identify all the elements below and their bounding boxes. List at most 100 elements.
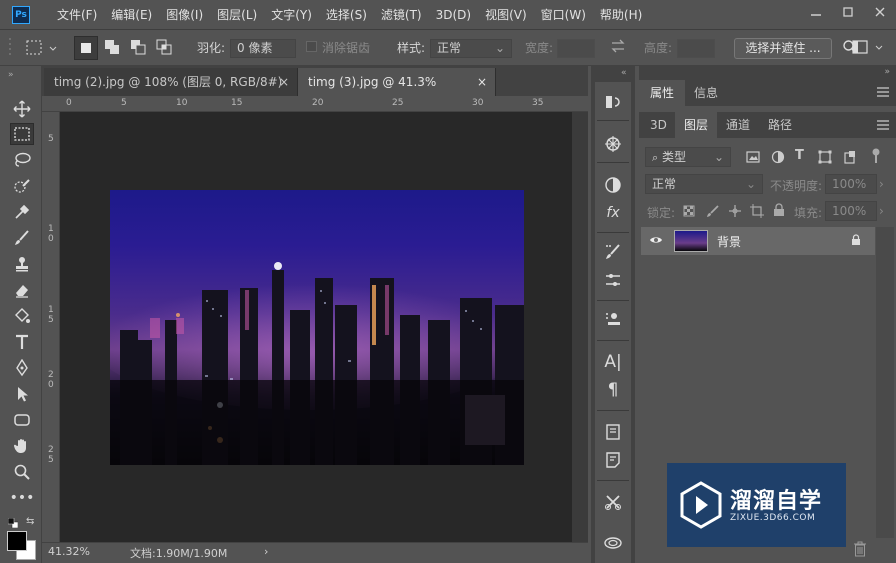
tab-timg-3[interactable]: timg (3).jpg @ 41.3%(RGB/8#) × [298, 68, 496, 117]
clone-source-icon[interactable] [600, 308, 626, 332]
stamp-tool-icon[interactable] [10, 253, 34, 275]
layer-name[interactable]: 背景 [717, 233, 741, 250]
libraries-icon[interactable] [600, 530, 626, 554]
panel-expand-icon[interactable]: « [621, 68, 627, 78]
layer-filter-select[interactable]: ⌕ 类型 ⌄ [645, 147, 731, 167]
antialias-checkbox[interactable] [306, 41, 317, 52]
tab-close-icon[interactable]: × [477, 68, 487, 96]
navigator-icon[interactable] [600, 132, 626, 156]
text-tool-icon[interactable] [10, 331, 34, 353]
layers-scrollbar[interactable] [876, 227, 894, 547]
brush-settings-icon[interactable] [600, 240, 626, 264]
paint-bucket-tool-icon[interactable] [10, 305, 34, 327]
delete-layer-icon[interactable] [853, 541, 867, 560]
shape-filter-icon[interactable] [818, 150, 832, 167]
rectangle-tool-icon[interactable] [10, 409, 34, 431]
workspace-icon[interactable] [852, 39, 892, 59]
close-icon[interactable] [864, 0, 896, 24]
blend-mode-select[interactable]: 正常 ⌄ [645, 174, 763, 194]
layers-menu-icon[interactable] [876, 119, 890, 134]
tab-paths[interactable]: 路径 [759, 112, 801, 138]
zoom-tool-icon[interactable] [10, 461, 34, 483]
panel-menu-icon[interactable] [876, 86, 890, 101]
menu-file[interactable]: 文件(F) [50, 0, 104, 30]
properties-icon[interactable] [600, 420, 626, 444]
lasso-tool-icon[interactable] [10, 149, 34, 171]
zoom-level[interactable]: 41.32% [48, 545, 90, 558]
rect-marquee-tool-icon[interactable] [10, 123, 34, 145]
menu-help[interactable]: 帮助(H) [593, 0, 649, 30]
tab-properties[interactable]: 属性 [639, 80, 686, 106]
character-icon[interactable]: A| [600, 350, 626, 374]
width-input[interactable] [557, 39, 595, 58]
history-icon[interactable] [600, 90, 626, 114]
visibility-eye-icon[interactable] [649, 234, 663, 249]
opacity-arrow-icon[interactable]: › [879, 177, 884, 191]
menu-image[interactable]: 图像(I) [159, 0, 210, 30]
brush-tool-icon[interactable] [10, 227, 34, 249]
fill-arrow-icon[interactable]: › [879, 204, 884, 218]
tab-3d[interactable]: 3D [641, 112, 676, 138]
adjustments-icon[interactable] [600, 173, 626, 197]
foreground-color-swatch[interactable] [7, 531, 27, 551]
tools-cross-icon[interactable] [600, 490, 626, 514]
panel-collapse-right-icon[interactable]: » [884, 66, 890, 78]
menu-view[interactable]: 视图(V) [478, 0, 534, 30]
menu-type[interactable]: 文字(Y) [264, 0, 319, 30]
menu-select[interactable]: 选择(S) [319, 0, 374, 30]
add-selection-icon[interactable] [101, 36, 125, 60]
city-night-image[interactable] [110, 190, 524, 465]
eyedropper-tool-icon[interactable] [10, 201, 34, 223]
more-tools-icon[interactable]: ••• [10, 487, 35, 509]
notes-icon[interactable] [600, 448, 626, 472]
height-input[interactable] [677, 39, 715, 58]
adjustment-filter-icon[interactable] [771, 150, 785, 167]
paragraph-icon[interactable]: ¶ [600, 378, 626, 402]
new-selection-icon[interactable] [74, 36, 98, 60]
panel-collapse-icon[interactable]: » [8, 70, 14, 80]
swap-colors-icon[interactable]: ⇆ [26, 516, 34, 527]
type-filter-icon[interactable]: T [795, 148, 804, 163]
marquee-preset-icon[interactable] [24, 36, 60, 60]
tab-timg-2[interactable]: timg (2).jpg @ 108% (图层 0, RGB/8#) * × [44, 68, 298, 117]
menu-edit[interactable]: 编辑(E) [104, 0, 159, 30]
path-select-tool-icon[interactable] [10, 383, 34, 405]
hand-tool-icon[interactable] [10, 435, 34, 457]
filter-toggle-icon[interactable] [870, 147, 882, 165]
feather-input[interactable]: 0 像素 [230, 39, 296, 58]
menu-layer[interactable]: 图层(L) [210, 0, 264, 30]
quick-select-tool-icon[interactable] [10, 175, 34, 197]
swap-icon[interactable] [610, 38, 626, 58]
layer-row-background[interactable]: 背景 [641, 227, 875, 255]
lock-all-icon[interactable] [773, 203, 785, 220]
menu-filter[interactable]: 滤镜(T) [374, 0, 429, 30]
intersect-selection-icon[interactable] [153, 36, 177, 60]
style-select[interactable]: 正常 ⌄ [430, 39, 512, 58]
maximize-icon[interactable] [832, 0, 864, 24]
lock-image-icon[interactable] [706, 204, 720, 221]
brush-presets-icon[interactable] [600, 268, 626, 292]
fill-input[interactable]: 100% [825, 201, 877, 221]
status-menu-arrow[interactable]: › [264, 545, 268, 558]
select-and-mask-button[interactable]: 选择并遮住 ... [734, 38, 832, 59]
opacity-input[interactable]: 100% [825, 174, 877, 194]
tab-close-icon[interactable]: × [279, 68, 289, 96]
default-colors-icon[interactable] [7, 517, 19, 531]
pixel-filter-icon[interactable] [746, 150, 760, 167]
lock-position-icon[interactable] [728, 204, 742, 221]
menu-window[interactable]: 窗口(W) [534, 0, 593, 30]
subtract-selection-icon[interactable] [127, 36, 151, 60]
styles-fx-icon[interactable]: fx [600, 201, 626, 225]
menu-3d[interactable]: 3D(D) [429, 0, 478, 30]
pen-tool-icon[interactable] [10, 357, 34, 379]
lock-transparent-icon[interactable] [683, 205, 695, 220]
eraser-tool-icon[interactable] [10, 279, 34, 301]
move-tool-icon[interactable] [10, 98, 34, 120]
vertical-scrollbar[interactable] [572, 112, 588, 542]
tab-info[interactable]: 信息 [683, 80, 729, 106]
smart-object-filter-icon[interactable] [843, 150, 857, 167]
tab-channels[interactable]: 通道 [717, 112, 759, 138]
minimize-icon[interactable] [800, 0, 832, 24]
tab-layers[interactable]: 图层 [675, 112, 718, 138]
lock-artboard-icon[interactable] [750, 204, 764, 221]
